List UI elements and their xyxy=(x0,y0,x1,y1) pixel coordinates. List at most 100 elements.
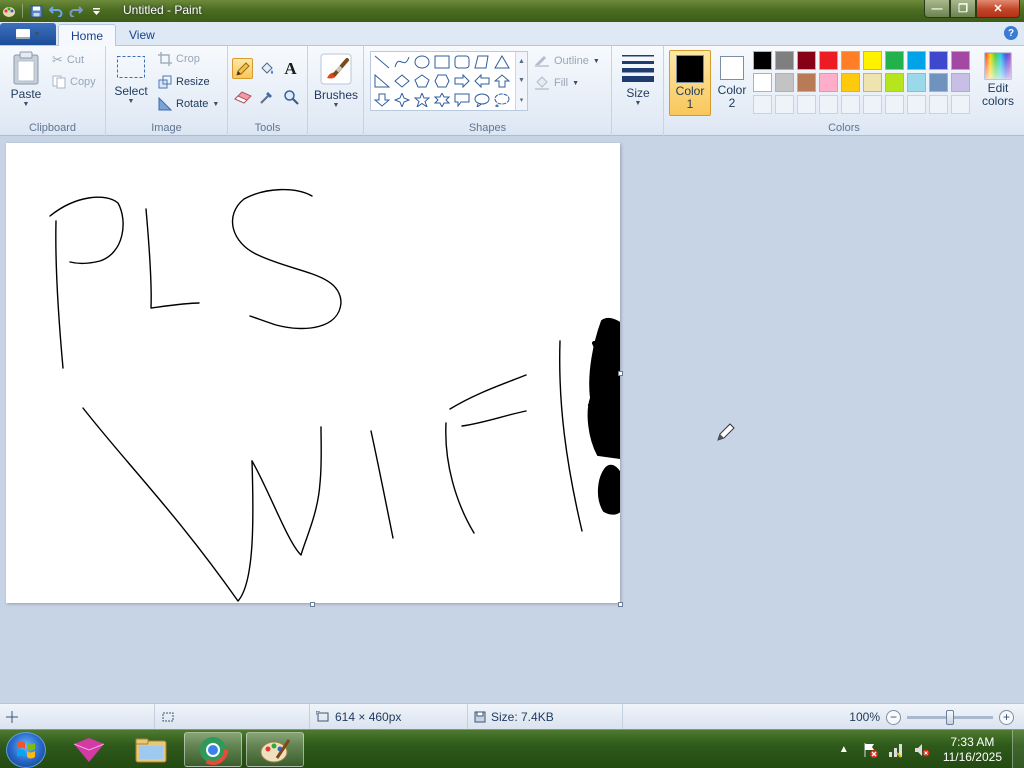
palette-swatch[interactable] xyxy=(841,73,860,92)
brushes-button[interactable]: Brushes ▼ xyxy=(314,52,358,109)
palette-swatch[interactable] xyxy=(819,73,838,92)
show-hidden-icons[interactable]: ▲ xyxy=(835,741,853,759)
minimize-button[interactable]: — xyxy=(924,0,950,18)
fill-button[interactable]: Fill ▼ xyxy=(534,76,579,90)
paint-app-icon[interactable] xyxy=(2,4,16,18)
five-point-star-shape[interactable] xyxy=(412,91,432,109)
taskbar-explorer[interactable] xyxy=(122,732,180,767)
palette-swatch[interactable] xyxy=(819,51,838,70)
customize-qat-icon[interactable] xyxy=(89,4,103,18)
up-arrow-shape[interactable] xyxy=(492,72,512,90)
zoom-in-button[interactable]: + xyxy=(999,709,1014,725)
tab-view[interactable]: View xyxy=(117,24,167,46)
custom-color-slot[interactable] xyxy=(753,95,772,114)
zoom-slider-thumb[interactable] xyxy=(946,709,954,725)
taskbar-browser[interactable] xyxy=(184,732,242,767)
paint-menu-button[interactable]: ▼ xyxy=(0,23,56,45)
palette-swatch[interactable] xyxy=(841,51,860,70)
network-icon[interactable] xyxy=(887,741,905,759)
right-arrow-shape[interactable] xyxy=(452,72,472,90)
oval-shape[interactable] xyxy=(412,53,432,71)
palette-swatch[interactable] xyxy=(885,73,904,92)
drawing-canvas[interactable] xyxy=(6,143,620,603)
color-1-button[interactable]: Color 1 xyxy=(669,50,711,116)
palette-swatch[interactable] xyxy=(907,73,926,92)
custom-color-slot[interactable] xyxy=(797,95,816,114)
taskbar-app-1[interactable] xyxy=(60,732,118,767)
custom-color-slot[interactable] xyxy=(929,95,948,114)
color-picker-tool[interactable] xyxy=(256,86,277,107)
edit-colors-button[interactable]: Edit colors xyxy=(978,52,1018,108)
taskbar-paint[interactable] xyxy=(246,732,304,767)
close-button[interactable]: ✕ xyxy=(976,0,1020,18)
diamond-shape[interactable] xyxy=(392,72,412,90)
volume-muted-icon[interactable] xyxy=(913,741,931,759)
copy-button[interactable]: Copy xyxy=(52,75,96,89)
cloud-callout-shape[interactable] xyxy=(492,91,512,109)
palette-swatch[interactable] xyxy=(929,73,948,92)
four-point-star-shape[interactable] xyxy=(392,91,412,109)
palette-swatch[interactable] xyxy=(863,73,882,92)
start-button[interactable] xyxy=(6,732,46,768)
text-tool[interactable]: A xyxy=(280,58,301,79)
eraser-tool[interactable] xyxy=(232,86,253,107)
right-triangle-shape[interactable] xyxy=(372,72,392,90)
zoom-slider[interactable] xyxy=(907,709,993,725)
custom-color-slot[interactable] xyxy=(907,95,926,114)
show-desktop-button[interactable] xyxy=(1012,730,1024,768)
clock[interactable]: 7:33 AM 11/16/2025 xyxy=(943,735,1002,765)
shapes-gallery-scroll[interactable]: ▲ ▼ ▾ xyxy=(515,52,527,110)
palette-swatch[interactable] xyxy=(775,51,794,70)
custom-color-slot[interactable] xyxy=(951,95,970,114)
undo-icon[interactable] xyxy=(49,4,63,18)
custom-color-slot[interactable] xyxy=(775,95,794,114)
palette-swatch[interactable] xyxy=(753,73,772,92)
pencil-tool[interactable] xyxy=(232,58,253,79)
maximize-button[interactable]: ❐ xyxy=(950,0,976,18)
select-button[interactable]: Select ▼ xyxy=(114,54,148,105)
curve-shape[interactable] xyxy=(392,53,412,71)
palette-swatch[interactable] xyxy=(775,73,794,92)
custom-color-slot[interactable] xyxy=(819,95,838,114)
custom-color-slot[interactable] xyxy=(863,95,882,114)
rounded-rectangle-shape[interactable] xyxy=(452,53,472,71)
scroll-down-icon[interactable]: ▼ xyxy=(518,77,525,84)
palette-swatch[interactable] xyxy=(951,73,970,92)
palette-swatch[interactable] xyxy=(797,73,816,92)
crop-button[interactable]: Crop xyxy=(158,52,200,66)
expand-gallery-icon[interactable]: ▾ xyxy=(520,96,524,104)
six-point-star-shape[interactable] xyxy=(432,91,452,109)
custom-color-slot[interactable] xyxy=(841,95,860,114)
canvas-workspace[interactable] xyxy=(0,137,1024,703)
palette-swatch[interactable] xyxy=(907,51,926,70)
rotate-button[interactable]: Rotate ▼ xyxy=(158,97,219,111)
line-shape[interactable] xyxy=(372,53,392,71)
palette-swatch[interactable] xyxy=(885,51,904,70)
color-2-button[interactable]: Color 2 xyxy=(711,50,753,116)
resize-handle-right[interactable] xyxy=(618,371,623,376)
action-center-icon[interactable] xyxy=(861,741,879,759)
paste-button[interactable]: Paste ▼ xyxy=(6,51,46,108)
zoom-out-button[interactable]: − xyxy=(886,709,901,725)
palette-swatch[interactable] xyxy=(951,51,970,70)
hexagon-shape[interactable] xyxy=(432,72,452,90)
rectangle-shape[interactable] xyxy=(432,53,452,71)
scroll-up-icon[interactable]: ▲ xyxy=(518,58,525,65)
outline-button[interactable]: Outline ▼ xyxy=(534,54,600,68)
down-arrow-shape[interactable] xyxy=(372,91,392,109)
resize-button[interactable]: Resize xyxy=(158,75,210,89)
fill-tool[interactable] xyxy=(256,58,277,79)
help-icon[interactable]: ? xyxy=(1004,26,1018,40)
custom-color-slot[interactable] xyxy=(885,95,904,114)
oval-callout-shape[interactable] xyxy=(472,91,492,109)
palette-swatch[interactable] xyxy=(929,51,948,70)
redo-icon[interactable] xyxy=(69,4,83,18)
palette-swatch[interactable] xyxy=(753,51,772,70)
cut-button[interactable]: ✂ Cut xyxy=(52,52,84,68)
resize-handle-bottom[interactable] xyxy=(310,602,315,607)
pentagon-shape[interactable] xyxy=(412,72,432,90)
resize-handle-corner[interactable] xyxy=(618,602,623,607)
palette-swatch[interactable] xyxy=(797,51,816,70)
save-icon[interactable] xyxy=(29,4,43,18)
tab-home[interactable]: Home xyxy=(58,24,117,47)
